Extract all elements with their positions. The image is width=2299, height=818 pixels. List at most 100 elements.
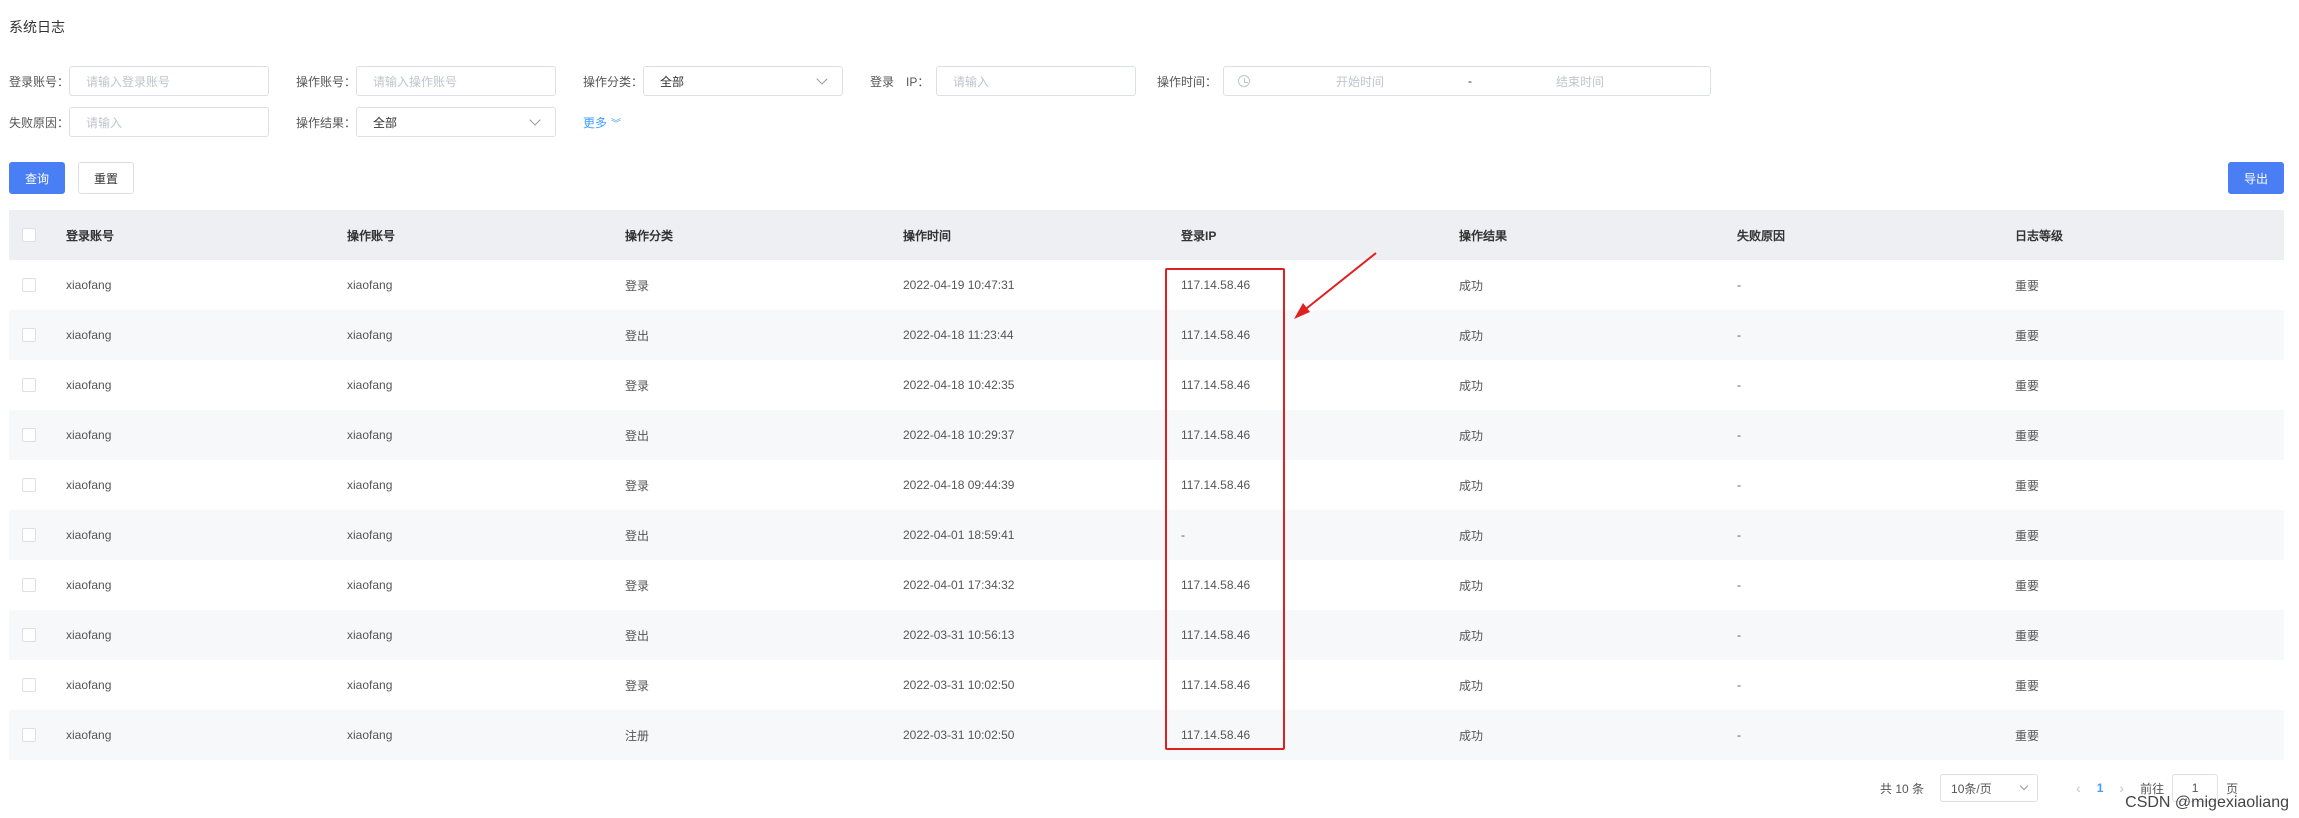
- table-cell: xiaofang: [66, 378, 112, 392]
- row-checkbox[interactable]: [22, 278, 36, 292]
- filter-login-ip: 登录 IP： 请输入: [870, 66, 1136, 96]
- export-button[interactable]: 导出: [2228, 162, 2284, 194]
- op-result-select[interactable]: 全部: [356, 107, 557, 137]
- clock-icon: [1238, 75, 1250, 87]
- op-account-label: 操作账号：: [296, 74, 357, 89]
- column-header: 操作账号: [347, 228, 396, 243]
- table-cell: 登录: [625, 278, 650, 293]
- table-cell: 重要: [2015, 728, 2040, 743]
- table-row[interactable]: xiaofang xiaofang 登录 2022-04-18 09:44:39 117…: [9, 460, 2284, 510]
- end-time-input[interactable]: 结束时间: [1480, 73, 1680, 90]
- table-row[interactable]: xiaofang xiaofang 登录 2022-04-01 17:34:32 117…: [9, 560, 2284, 610]
- page-number[interactable]: 1: [2097, 781, 2104, 795]
- table-cell: 登出: [625, 528, 650, 543]
- table-cell: xiaofang: [347, 628, 393, 642]
- table-cell: -: [1737, 428, 1741, 442]
- table-cell: 2022-03-31 10:02:50: [903, 678, 1015, 692]
- row-checkbox[interactable]: [22, 328, 36, 342]
- table-row[interactable]: xiaofang xiaofang 登出 2022-03-31 10:56:13 117…: [9, 610, 2284, 660]
- op-account-input[interactable]: 请输入操作账号: [356, 66, 557, 96]
- op-time-range-picker[interactable]: 开始时间 - 结束时间: [1223, 66, 1711, 96]
- query-button[interactable]: 查询: [9, 162, 65, 194]
- table-cell: xiaofang: [347, 728, 393, 742]
- prev-page-icon[interactable]: ‹: [2076, 780, 2081, 796]
- table-cell: -: [1737, 578, 1741, 592]
- table-cell: 2022-04-01 18:59:41: [903, 528, 1015, 542]
- table-cell: xiaofang: [347, 578, 393, 592]
- row-select-cell: [9, 678, 66, 692]
- filter-fail-reason: 失败原因： 请输入: [9, 107, 270, 137]
- table-cell: 成功: [1459, 478, 1484, 493]
- table-header: 登录账号 操作账号 操作分类 操作时间 登录IP 操作结果 失败原因 日志等级: [9, 210, 2284, 260]
- page-title: 系统日志: [9, 19, 65, 35]
- reset-button[interactable]: 重置: [78, 162, 134, 194]
- row-checkbox[interactable]: [22, 728, 36, 742]
- table-cell: 2022-03-31 10:56:13: [903, 628, 1015, 642]
- table-cell: 重要: [2015, 328, 2040, 343]
- page-size-select[interactable]: 10条/页: [1940, 774, 2039, 802]
- row-select-cell: [9, 578, 66, 592]
- table-cell: 重要: [2015, 578, 2040, 593]
- chevron-down-icon: [816, 73, 828, 85]
- more-filters-link[interactable]: 更多 ︾: [583, 114, 621, 131]
- table-row[interactable]: xiaofang xiaofang 登出 2022-04-18 11:23:44 117…: [9, 310, 2284, 360]
- table-cell: xiaofang: [66, 728, 112, 742]
- table-cell: 成功: [1459, 528, 1484, 543]
- fail-reason-placeholder: 请输入: [86, 115, 123, 130]
- login-account-placeholder: 请输入登录账号: [86, 74, 171, 89]
- range-separator: -: [1468, 74, 1472, 88]
- fail-reason-input[interactable]: 请输入: [69, 107, 270, 137]
- select-all-checkbox[interactable]: [22, 228, 36, 242]
- table-cell: 2022-04-18 11:23:44: [903, 328, 1014, 342]
- start-time-input[interactable]: 开始时间: [1260, 73, 1460, 90]
- row-checkbox[interactable]: [22, 428, 36, 442]
- table-cell: 登录: [625, 478, 650, 493]
- login-account-input[interactable]: 请输入登录账号: [69, 66, 270, 96]
- row-checkbox[interactable]: [22, 478, 36, 492]
- table-cell: -: [1737, 678, 1741, 692]
- table-cell: xiaofang: [66, 478, 112, 492]
- table-cell: 成功: [1459, 328, 1484, 343]
- row-checkbox[interactable]: [22, 528, 36, 542]
- table-row[interactable]: xiaofang xiaofang 注册 2022-03-31 10:02:50 117…: [9, 710, 2284, 760]
- table-row[interactable]: xiaofang xiaofang 登录 2022-03-31 10:02:50 117…: [9, 660, 2284, 710]
- row-checkbox[interactable]: [22, 628, 36, 642]
- table-cell: 重要: [2015, 428, 2040, 443]
- table-cell: 117.14.58.46: [1181, 678, 1251, 692]
- login-ip-input[interactable]: 请输入: [936, 66, 1136, 96]
- table-cell: xiaofang: [66, 528, 112, 542]
- table-cell: 成功: [1459, 278, 1484, 293]
- table-cell: xiaofang: [66, 328, 112, 342]
- more-filters[interactable]: 更多 ︾: [583, 107, 621, 137]
- row-checkbox[interactable]: [22, 678, 36, 692]
- chevron-down-icon: [529, 114, 541, 126]
- table-row[interactable]: xiaofang xiaofang 登录 2022-04-19 10:47:31 117…: [9, 260, 2284, 310]
- op-category-select[interactable]: 全部: [643, 66, 844, 96]
- op-result-label: 操作结果：: [296, 115, 357, 130]
- column-header: 日志等级: [2015, 228, 2064, 243]
- login-ip-label: 登录 IP：: [870, 74, 930, 89]
- table-cell: 2022-04-18 09:44:39: [903, 478, 1015, 492]
- row-checkbox[interactable]: [22, 578, 36, 592]
- column-header: 操作结果: [1459, 228, 1508, 243]
- table-cell: 117.14.58.46: [1181, 728, 1251, 742]
- table-cell: 登出: [625, 328, 650, 343]
- table-cell: 2022-04-01 17:34:32: [903, 578, 1015, 592]
- table-cell: 成功: [1459, 578, 1484, 593]
- table-row[interactable]: xiaofang xiaofang 登出 2022-04-18 10:29:37 117…: [9, 410, 2284, 460]
- row-checkbox[interactable]: [22, 378, 36, 392]
- table-body: xiaofang xiaofang 登录 2022-04-19 10:47:31 117…: [9, 260, 2284, 760]
- filter-op-time: 操作时间： 开始时间 - 结束时间: [1157, 66, 1711, 96]
- row-select-cell: [9, 328, 66, 342]
- table-row[interactable]: xiaofang xiaofang 登出 2022-04-01 18:59:41 - 成功…: [9, 510, 2284, 560]
- table-cell: xiaofang: [347, 428, 393, 442]
- table-row[interactable]: xiaofang xiaofang 登录 2022-04-18 10:42:35 117…: [9, 360, 2284, 410]
- column-header: 操作时间: [903, 228, 952, 243]
- more-filters-label: 更多: [583, 115, 608, 130]
- table-cell: 117.14.58.46: [1181, 328, 1251, 342]
- next-page-icon[interactable]: ›: [2119, 780, 2124, 796]
- column-header: 登录IP: [1181, 228, 1217, 243]
- chevron-double-down-icon: ︾: [611, 118, 622, 130]
- op-time-label: 操作时间：: [1157, 74, 1218, 89]
- column-header: 登录账号: [66, 228, 115, 243]
